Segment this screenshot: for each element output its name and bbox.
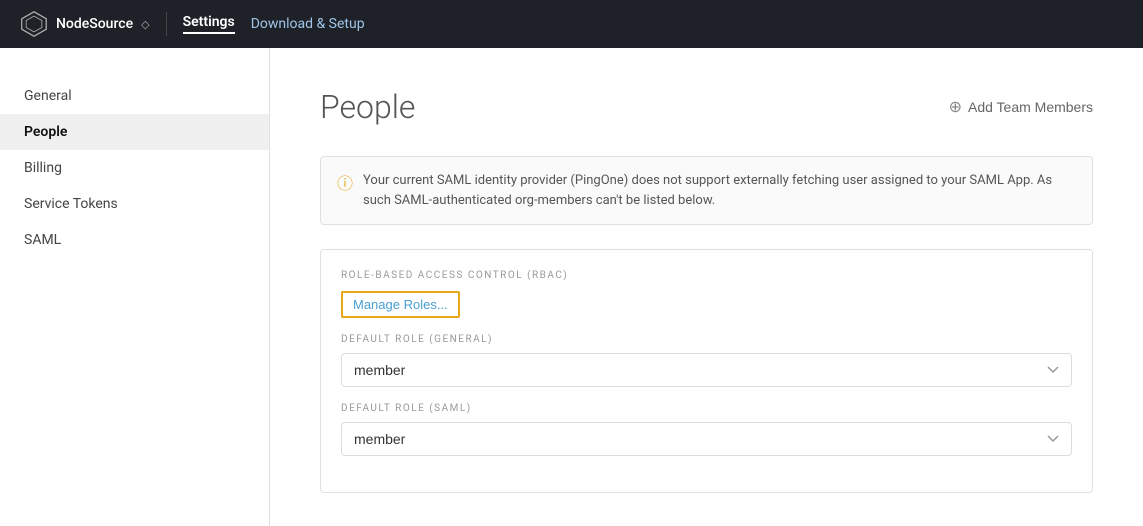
- default-role-saml-label: DEFAULT ROLE (SAML): [341, 403, 1072, 414]
- nav-download-link[interactable]: Download & Setup: [251, 16, 365, 32]
- logo-caret: ◇: [141, 18, 149, 31]
- default-role-saml-select[interactable]: member: [341, 422, 1072, 456]
- sidebar-item-people[interactable]: People: [0, 114, 269, 150]
- sidebar-item-general[interactable]: General: [0, 78, 269, 114]
- default-role-general-wrapper: member: [341, 353, 1072, 387]
- alert-text: Your current SAML identity provider (Pin…: [363, 171, 1076, 210]
- add-team-label: Add Team Members: [968, 99, 1093, 115]
- default-role-general-label: DEFAULT ROLE (GENERAL): [341, 334, 1072, 345]
- nav-settings-link[interactable]: Settings: [183, 14, 235, 34]
- default-role-general-group: DEFAULT ROLE (GENERAL) member: [341, 334, 1072, 387]
- plus-circle-icon: ⊕: [949, 97, 962, 117]
- default-role-saml-wrapper: member: [341, 422, 1072, 456]
- rbac-label: ROLE-BASED ACCESS CONTROL (RBAC): [341, 270, 1072, 281]
- saml-alert: ⓘ Your current SAML identity provider (P…: [320, 156, 1093, 225]
- sidebar-item-service-tokens[interactable]: Service Tokens: [0, 186, 269, 222]
- add-team-members-button[interactable]: ⊕ Add Team Members: [949, 97, 1093, 117]
- rbac-section: ROLE-BASED ACCESS CONTROL (RBAC) Manage …: [320, 249, 1093, 493]
- logo-text: NodeSource: [56, 16, 133, 32]
- top-nav: NodeSource ◇ Settings Download & Setup: [0, 0, 1143, 48]
- sidebar: General People Billing Service Tokens SA…: [0, 48, 270, 526]
- logo: NodeSource ◇: [20, 10, 150, 38]
- table-row: Dr Strange Admin ✕: [320, 517, 1093, 526]
- user-list: Dr Strange Admin ✕: [320, 517, 1093, 526]
- main-content: People ⊕ Add Team Members ⓘ Your current…: [270, 48, 1143, 526]
- sidebar-item-saml[interactable]: SAML: [0, 222, 269, 258]
- nav-divider: [166, 12, 167, 36]
- page-title: People: [320, 88, 415, 126]
- main-layout: General People Billing Service Tokens SA…: [0, 48, 1143, 526]
- default-role-general-select[interactable]: member: [341, 353, 1072, 387]
- manage-roles-button[interactable]: Manage Roles...: [341, 291, 460, 318]
- sidebar-item-billing[interactable]: Billing: [0, 150, 269, 186]
- page-header: People ⊕ Add Team Members: [320, 88, 1093, 126]
- info-icon: ⓘ: [337, 172, 353, 196]
- default-role-saml-group: DEFAULT ROLE (SAML) member: [341, 403, 1072, 456]
